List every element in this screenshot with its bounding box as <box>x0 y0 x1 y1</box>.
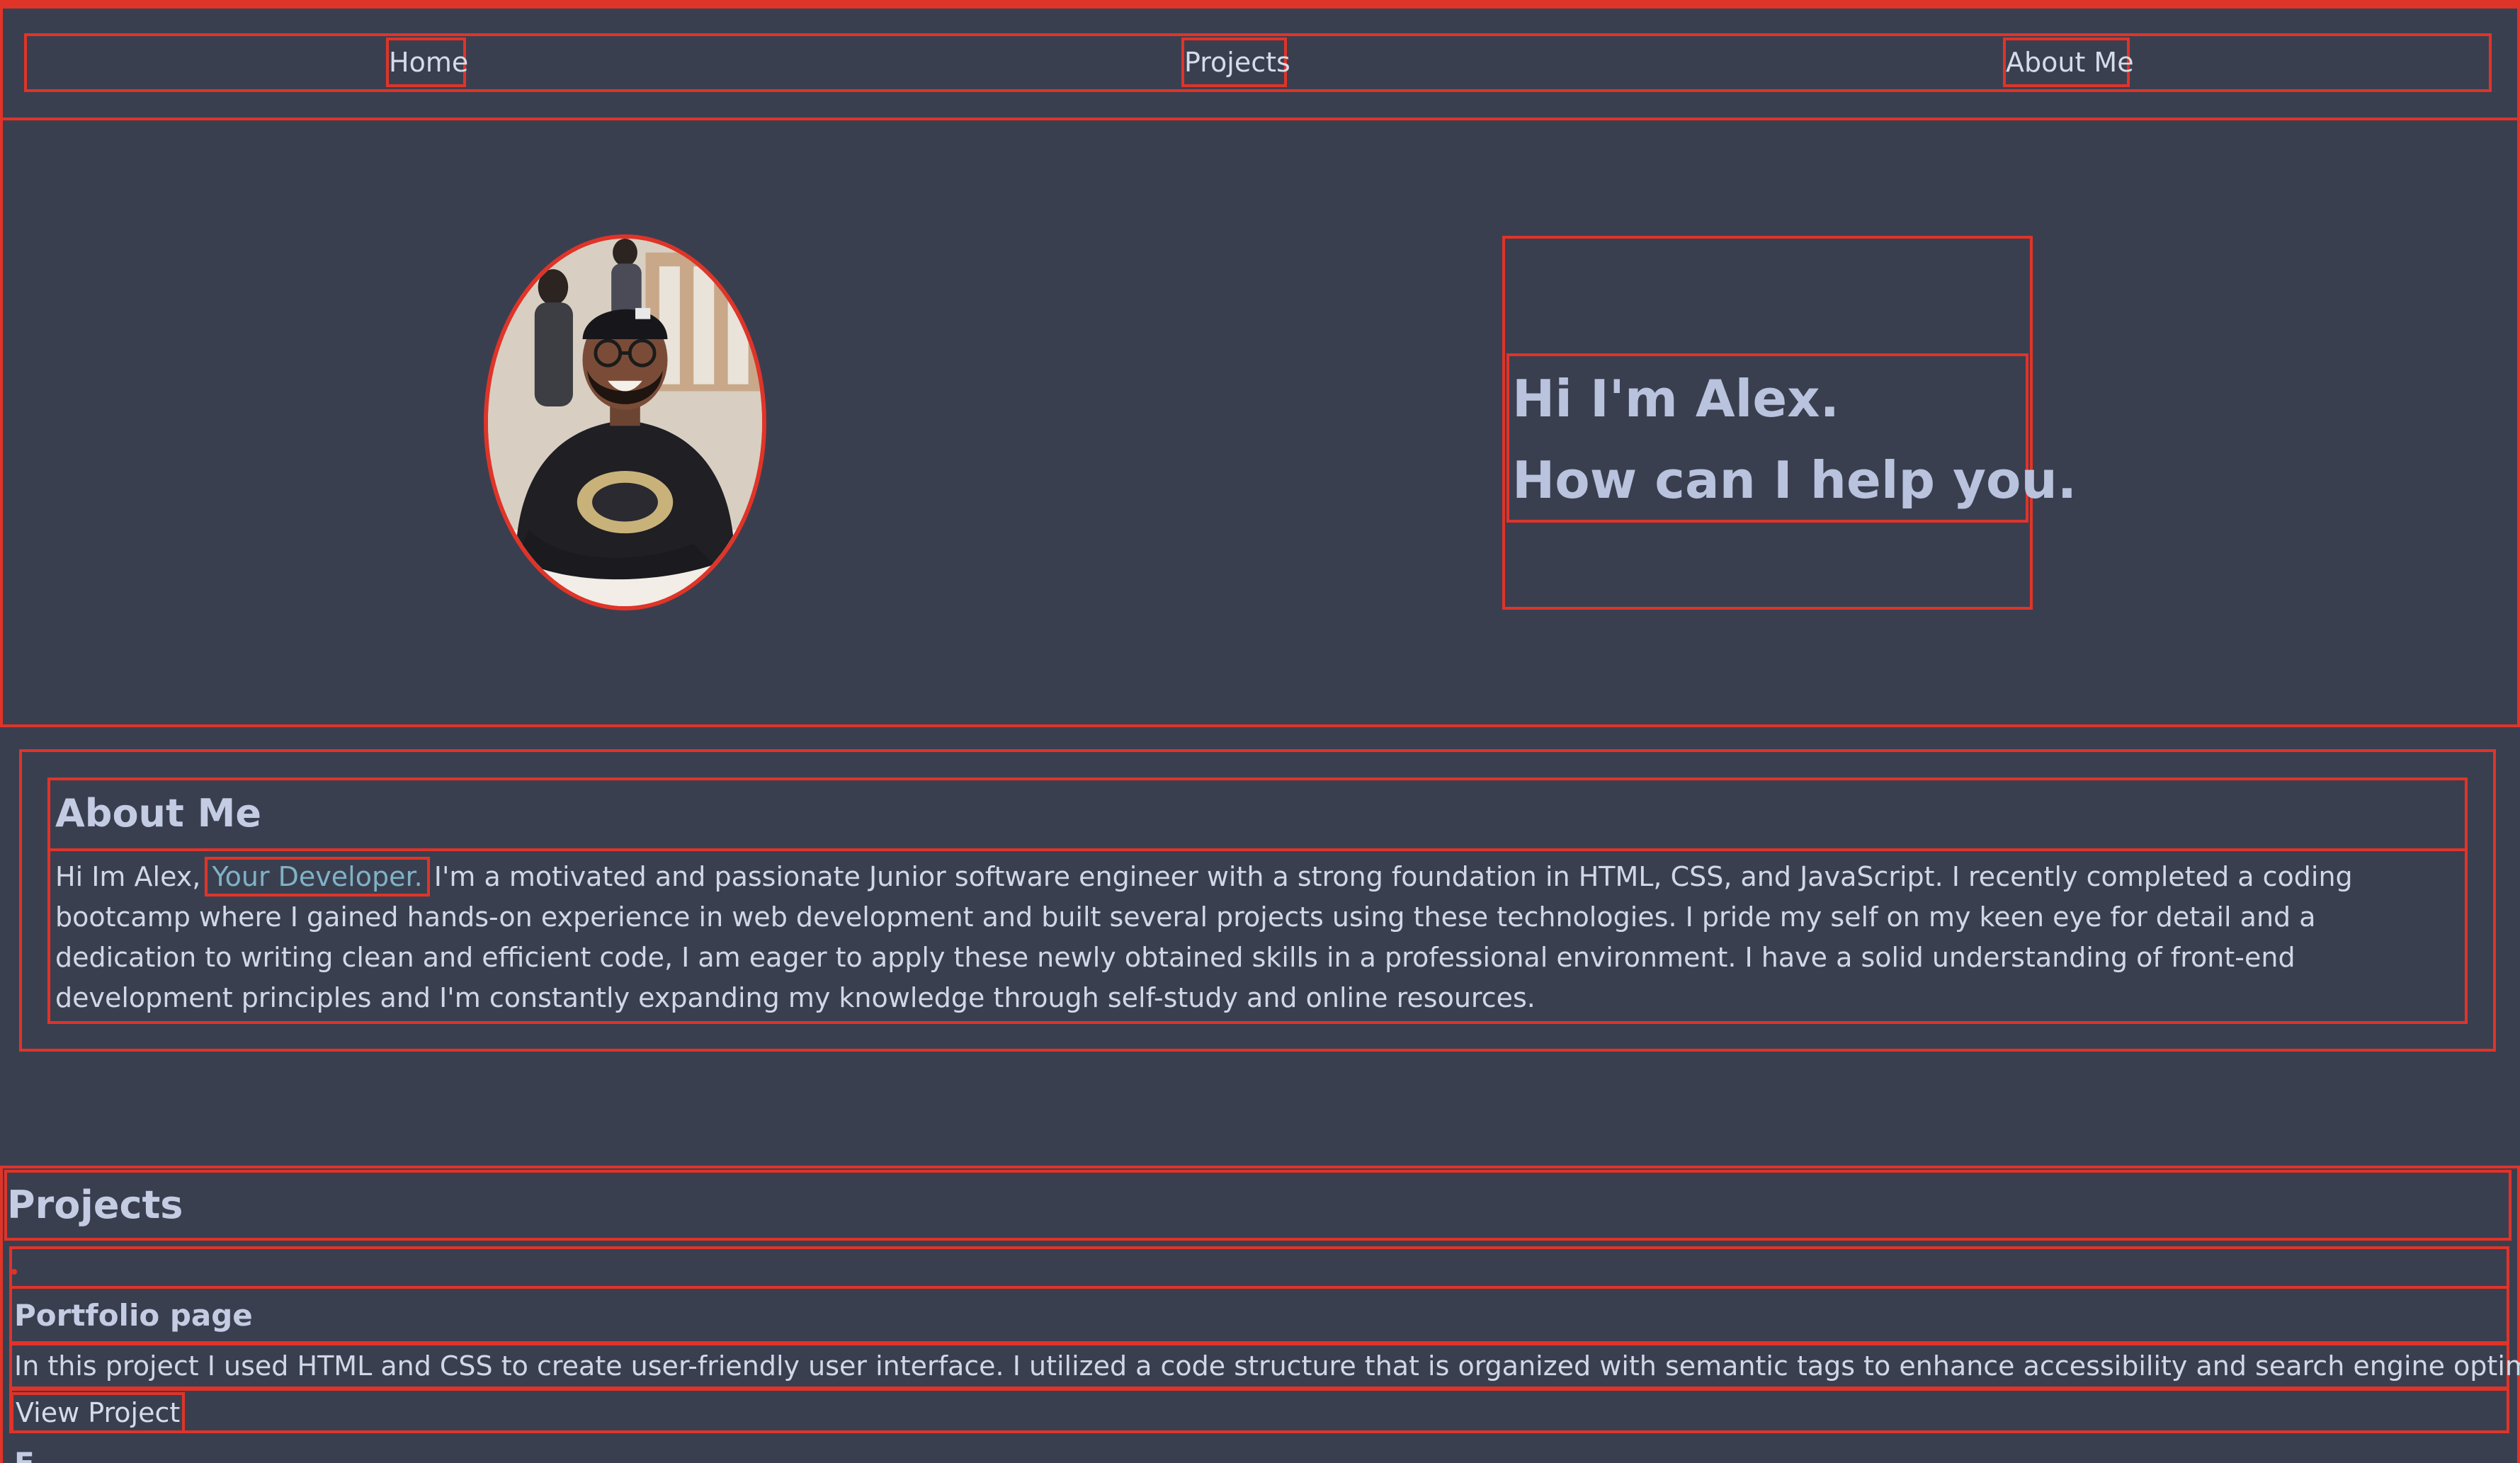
project-title: Portfolio page <box>14 1298 253 1333</box>
hero-section <box>0 118 2520 727</box>
about-title: About Me <box>55 791 261 836</box>
project-description: In this project I used HTML and CSS to c… <box>14 1350 2520 1382</box>
hero-tagline: How can I help you. <box>1512 450 2077 510</box>
about-body: Hi Im Alex, Your Developer. I'm a motiva… <box>55 857 2456 1018</box>
nav-link-projects[interactable]: Projects <box>1181 38 1290 87</box>
about-title-box <box>47 778 2468 851</box>
hero-greeting: Hi I'm Alex. <box>1512 369 1839 428</box>
view-project-link[interactable]: View Project <box>11 1392 186 1433</box>
profile-photo-icon <box>488 239 762 606</box>
projects-list <box>9 1246 2509 1289</box>
profile-photo <box>484 234 766 610</box>
project-links-box <box>9 1388 2509 1433</box>
about-intro: Hi Im Alex, <box>55 861 201 892</box>
projects-title: Projects <box>7 1183 183 1227</box>
nav-link-about-me[interactable]: About Me <box>2003 38 2134 87</box>
nav-link-home[interactable]: Home <box>386 38 468 87</box>
list-bullet-icon <box>11 1269 17 1275</box>
about-developer-link[interactable]: Your Developer. <box>205 857 430 896</box>
next-project-title: E <box>14 1449 35 1463</box>
top-border <box>0 0 2520 8</box>
project-title-box <box>9 1286 2509 1344</box>
projects-title-box <box>4 1170 2512 1241</box>
